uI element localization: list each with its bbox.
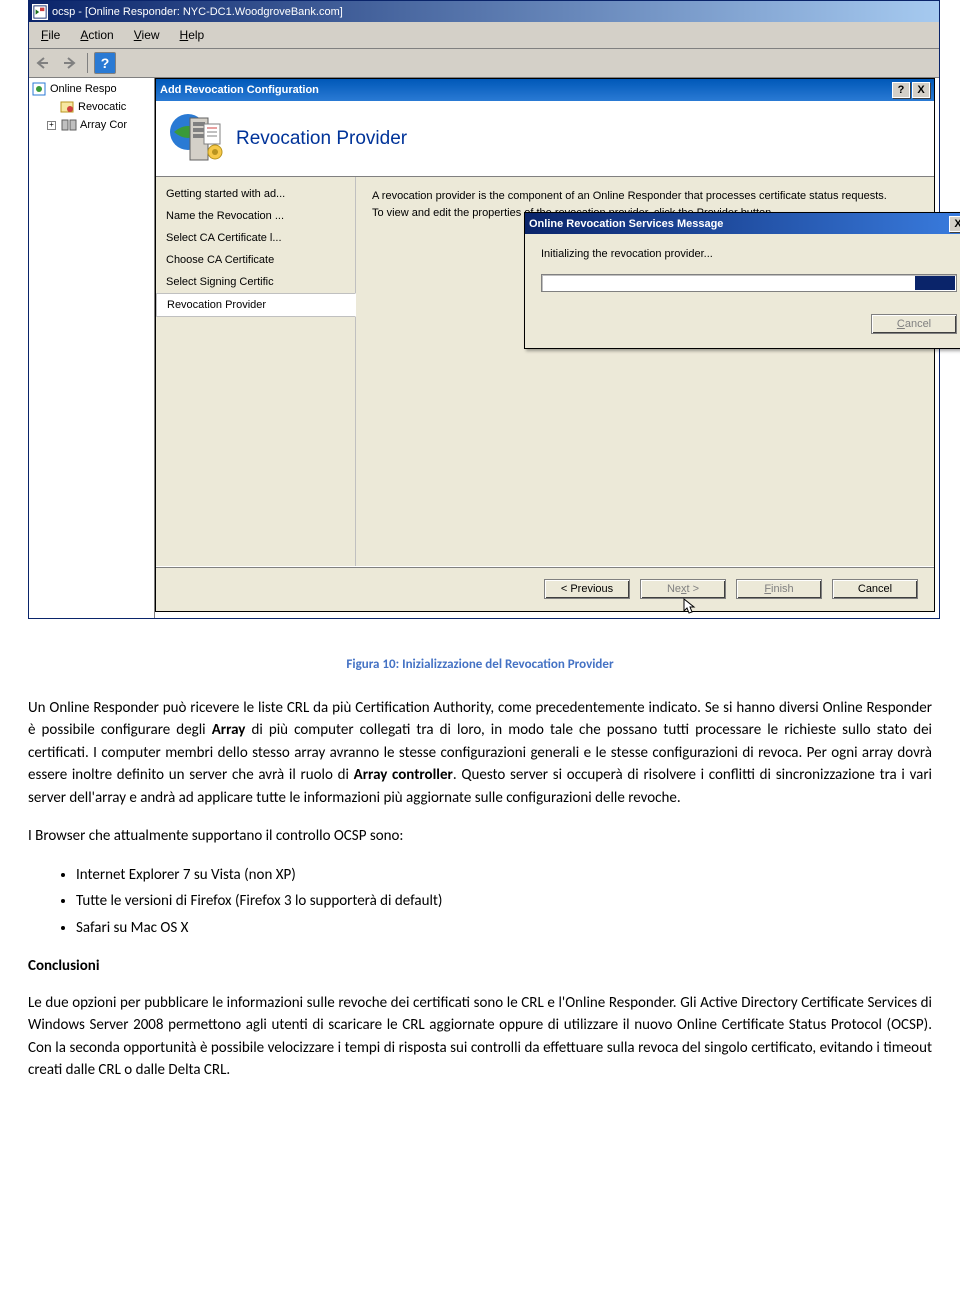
responder-icon <box>31 81 47 97</box>
menubar: File Action View Help <box>29 22 939 49</box>
wizard-help-button[interactable]: ? <box>892 82 910 98</box>
toolbar: ? <box>29 49 939 78</box>
figure-caption: Figura 10: Inizializzazione del Revocati… <box>28 655 932 675</box>
wizard-header-title: Revocation Provider <box>236 128 407 150</box>
back-button[interactable] <box>33 52 55 74</box>
tree-label: Online Respo <box>50 83 117 95</box>
wizard-header-icon <box>168 110 226 168</box>
wizard-step[interactable]: Name the Revocation ... <box>156 205 355 227</box>
wizard-sidebar: Getting started with ad... Name the Revo… <box>156 177 356 566</box>
wizard-step[interactable]: Choose CA Certificate <box>156 249 355 271</box>
wizard-close-button[interactable]: X <box>912 82 930 98</box>
message-cancel-button[interactable]: Cancel <box>871 314 957 334</box>
mmc-body: Online Respo Revocatic + Array Cor <box>29 78 939 618</box>
wizard-main: A revocation provider is the component o… <box>356 177 934 566</box>
list-item: Safari su Mac OS X <box>76 917 932 940</box>
previous-button[interactable]: < Previous <box>544 579 630 599</box>
menu-help[interactable]: Help <box>170 25 215 45</box>
bullet-list: Internet Explorer 7 su Vista (non XP) Tu… <box>76 864 932 940</box>
paragraph: I Browser che attualmente supportano il … <box>28 825 932 848</box>
app-icon <box>32 4 48 20</box>
cursor-icon <box>683 598 697 616</box>
wizard-content: Getting started with ad... Name the Revo… <box>156 177 934 566</box>
progress-bar <box>541 274 957 292</box>
mmc-title: ocsp - [Online Responder: NYC-DC1.Woodgr… <box>52 6 343 18</box>
finish-button[interactable]: Finish <box>736 579 822 599</box>
wizard-step[interactable]: Select Signing Certific <box>156 271 355 293</box>
array-icon <box>61 117 77 133</box>
article: Figura 10: Inizializzazione del Revocati… <box>0 639 960 1118</box>
forward-button[interactable] <box>59 52 81 74</box>
paragraph: Un Online Responder può ricevere le list… <box>28 697 932 810</box>
wizard-step-current[interactable]: Revocation Provider <box>156 293 356 317</box>
wizard-step[interactable]: Select CA Certificate l... <box>156 227 355 249</box>
wizard-desc: A revocation provider is the component o… <box>372 189 918 204</box>
list-item: Internet Explorer 7 su Vista (non XP) <box>76 864 932 887</box>
tree-label: Revocatic <box>78 101 126 113</box>
wizard-header: Revocation Provider <box>156 101 934 177</box>
tree-item-online-responder[interactable]: Online Respo <box>29 80 154 98</box>
tree-item-array[interactable]: + Array Cor <box>29 116 154 134</box>
tree-panel: Online Respo Revocatic + Array Cor <box>29 78 155 618</box>
menu-action[interactable]: Action <box>70 25 123 45</box>
menu-view[interactable]: View <box>124 25 170 45</box>
message-text: Initializing the revocation provider... <box>541 248 955 260</box>
list-item: Tutte le versioni di Firefox (Firefox 3 … <box>76 890 932 913</box>
wizard-title: Add Revocation Configuration <box>160 84 319 96</box>
progress-chunk <box>915 276 955 290</box>
menu-file[interactable]: File <box>31 25 70 45</box>
tree-label: Array Cor <box>80 119 127 131</box>
message-close-button[interactable]: X <box>949 216 960 232</box>
cert-icon <box>59 99 75 115</box>
message-title: Online Revocation Services Message <box>529 218 723 230</box>
wizard-footer: < Previous Next > Finish Cancel <box>156 566 934 611</box>
wizard-dialog: Add Revocation Configuration ? X <box>155 78 935 612</box>
message-titlebar[interactable]: Online Revocation Services Message X <box>525 213 960 234</box>
section-heading: Conclusioni <box>28 955 932 978</box>
next-button[interactable]: Next > <box>640 579 726 599</box>
mmc-titlebar[interactable]: ocsp - [Online Responder: NYC-DC1.Woodgr… <box>29 1 939 22</box>
message-dialog: Online Revocation Services Message X Ini… <box>524 212 960 349</box>
wizard-titlebar[interactable]: Add Revocation Configuration ? X <box>156 79 934 101</box>
toolbar-divider <box>87 53 88 73</box>
message-footer: Cancel <box>525 304 960 348</box>
message-body: Initializing the revocation provider... <box>525 234 960 304</box>
expand-icon[interactable]: + <box>47 121 56 130</box>
tree-item-revocation[interactable]: Revocatic <box>29 98 154 116</box>
paragraph: Le due opzioni per pubblicare le informa… <box>28 992 932 1082</box>
help-button[interactable]: ? <box>94 52 116 74</box>
wizard-step[interactable]: Getting started with ad... <box>156 183 355 205</box>
content-area: Add Revocation Configuration ? X <box>155 78 939 618</box>
cancel-button[interactable]: Cancel <box>832 579 918 599</box>
mmc-window: ocsp - [Online Responder: NYC-DC1.Woodgr… <box>28 0 940 619</box>
